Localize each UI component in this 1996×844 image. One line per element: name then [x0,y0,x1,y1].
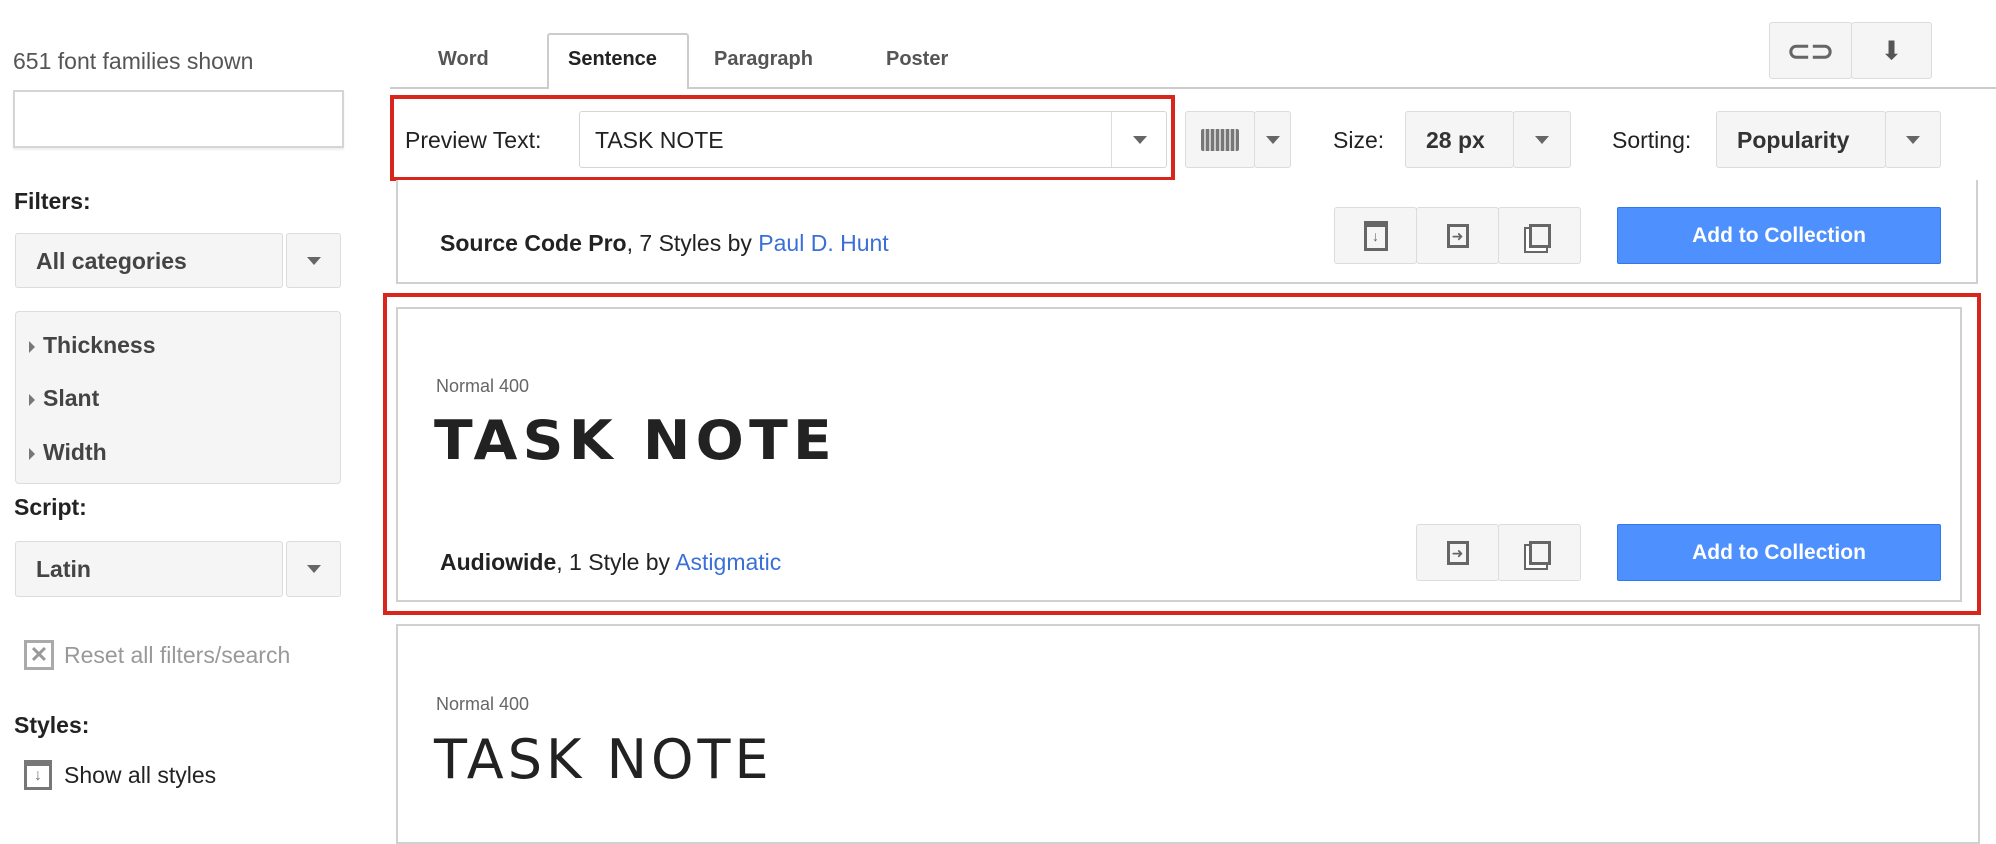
search-input[interactable] [13,90,344,148]
chevron-down-icon [306,256,321,265]
add-to-collection-button[interactable]: Add to Collection [1617,207,1941,264]
font-count: 651 font families shown [13,48,254,74]
font-sample: TASK NOTE [434,728,773,791]
category-value: All categories [36,248,187,274]
preview-text-input[interactable]: TASK NOTE [579,111,1167,168]
size-dropdown[interactable] [1513,111,1571,168]
font-meta: , 1 Style by [556,549,676,575]
filter-item-slant[interactable]: Slant [29,385,99,412]
author-link[interactable]: Astigmatic [675,549,781,575]
font-sample: TASK NOTE [434,409,837,472]
filter-item-thickness[interactable]: Thickness [29,332,156,359]
size-select[interactable]: 28 px [1405,111,1514,168]
script-label: Script: [14,494,87,520]
keyboard-button[interactable] [1185,111,1255,168]
size-value: 28 px [1426,127,1485,153]
font-name[interactable]: Audiowide [440,549,556,575]
close-box-icon: ✕ [24,640,54,670]
show-all-styles-toggle[interactable]: ↓ Show all styles [24,760,216,790]
show-all-styles-label: Show all styles [64,761,217,788]
filter-label: Slant [43,385,100,411]
category-select[interactable]: All categories [15,233,283,288]
keyboard-icon [1201,128,1239,151]
preview-text-label: Preview Text: [405,127,542,153]
author-link[interactable]: Paul D. Hunt [758,230,888,256]
style-label: Normal 400 [436,694,530,714]
font-card: Normal 400 TASK NOTE [396,624,1980,844]
pop-out-button[interactable] [1498,207,1581,264]
tab-poster[interactable]: Poster [886,48,948,71]
show-styles-button[interactable]: ↓ [1334,207,1417,264]
style-label: Normal 400 [436,376,530,396]
script-select[interactable]: Latin [15,541,283,597]
expand-styles-icon: ↓ [24,760,52,790]
chevron-down-icon [306,565,321,573]
copy-icon [1528,223,1551,248]
category-dropdown-button[interactable] [286,233,341,288]
add-to-collection-button[interactable]: Add to Collection [1617,524,1941,581]
tab-sentence-label[interactable]: Sentence [568,48,657,71]
link-button[interactable]: ⊂⊃ [1769,22,1852,79]
preview-text-value: TASK NOTE [595,127,724,153]
filter-panel: Thickness Slant Width [15,311,341,484]
caret-right-icon [29,448,35,460]
quick-use-button[interactable]: ➜ [1416,207,1499,264]
copy-icon [1528,540,1551,565]
download-arrow-icon: ⬇ [1880,35,1903,65]
chevron-down-icon [1906,135,1920,144]
link-icon: ⊂⊃ [1787,35,1834,66]
arrow-into-box-icon: ➜ [1446,540,1469,565]
sorting-select[interactable]: Popularity [1716,111,1886,168]
tab-word[interactable]: Word [438,48,489,71]
font-name[interactable]: Source Code Pro [440,230,627,256]
chevron-down-icon [1535,135,1549,144]
styles-label: Styles: [14,712,90,738]
caret-right-icon [29,394,35,406]
filter-item-width[interactable]: Width [29,439,107,466]
quick-use-button[interactable]: ➜ [1416,524,1499,581]
reset-filters-link[interactable]: ✕ Reset all filters/search [24,640,290,670]
font-card-title: Source Code Pro, 7 Styles by Paul D. Hun… [440,230,889,257]
script-value: Latin [36,556,91,582]
sorting-label: Sorting: [1612,127,1692,153]
font-card-title: Audiowide, 1 Style by Astigmatic [440,549,781,576]
filter-label: Thickness [43,332,156,358]
filter-label: Width [43,439,107,465]
font-meta: , 7 Styles by [626,230,759,256]
expand-styles-icon: ↓ [1363,220,1388,251]
tab-paragraph[interactable]: Paragraph [714,48,813,71]
keyboard-dropdown[interactable] [1254,111,1291,168]
download-button[interactable]: ⬇ [1851,22,1932,79]
caret-right-icon [29,341,35,353]
filters-label: Filters: [14,188,91,214]
preview-text-dropdown[interactable] [1112,112,1167,167]
sorting-value: Popularity [1737,127,1850,153]
arrow-into-box-icon: ➜ [1446,223,1469,248]
chevron-down-icon [1132,135,1147,144]
script-dropdown-button[interactable] [286,541,341,597]
reset-label: Reset all filters/search [64,641,291,668]
chevron-down-icon [1265,135,1280,144]
size-label: Size: [1333,127,1385,153]
pop-out-button[interactable] [1498,524,1581,581]
sorting-dropdown[interactable] [1885,111,1941,168]
